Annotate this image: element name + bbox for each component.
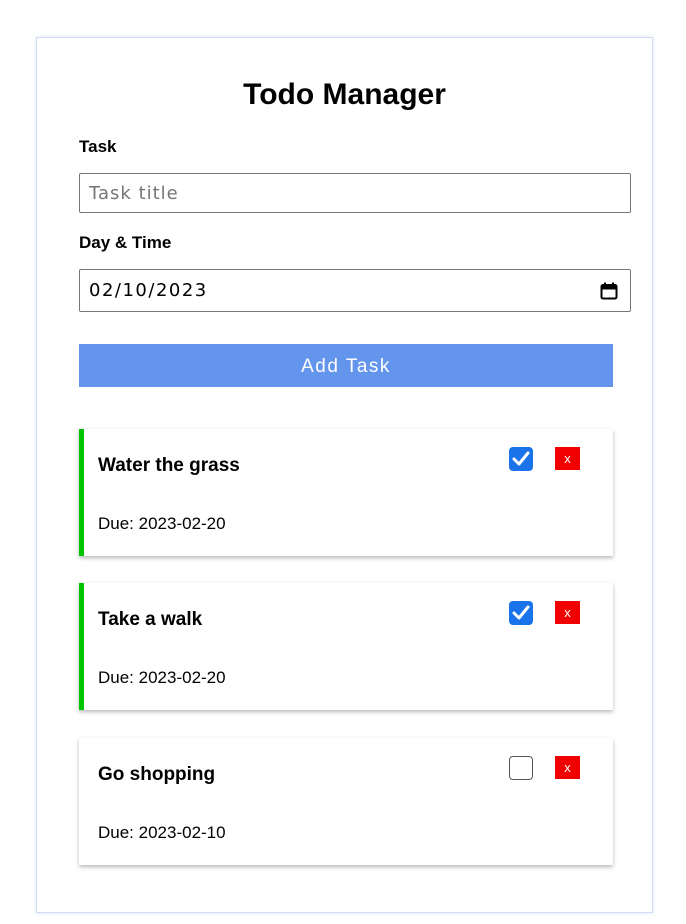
task-item: Take a walk x Due: 2023-02-20 [79,583,613,710]
task-due-date: Due: 2023-02-10 [98,823,226,842]
task-complete-checkbox[interactable] [509,447,533,471]
task-due-date: Due: 2023-02-20 [98,514,226,533]
task-title: Take a walk [98,609,203,630]
date-input[interactable]: 02/10/2023 [79,269,631,312]
task-due-date: Due: 2023-02-20 [98,668,226,687]
checkmark-icon [512,605,530,620]
date-value: 02/10/2023 [89,280,208,301]
task-item: Water the grass x Due: 2023-02-20 [79,429,613,556]
task-title: Water the grass [98,455,240,476]
checkmark-icon [512,451,530,466]
task-complete-checkbox[interactable] [509,601,533,625]
delete-task-button[interactable]: x [555,756,580,779]
datetime-label: Day & Time [79,233,172,252]
task-item: Go shopping x Due: 2023-02-10 [79,738,613,865]
task-label: Task [79,137,117,156]
task-complete-checkbox[interactable] [509,756,533,780]
task-title-input[interactable] [79,173,631,213]
task-title: Go shopping [98,764,216,785]
add-task-button[interactable]: Add Task [79,344,613,387]
page-title: Todo Manager [243,78,446,111]
calendar-icon[interactable] [600,282,618,300]
delete-task-button[interactable]: x [555,447,580,470]
delete-task-button[interactable]: x [555,601,580,624]
todo-card: Todo Manager Task Day & Time 02/10/2023 … [36,37,653,913]
